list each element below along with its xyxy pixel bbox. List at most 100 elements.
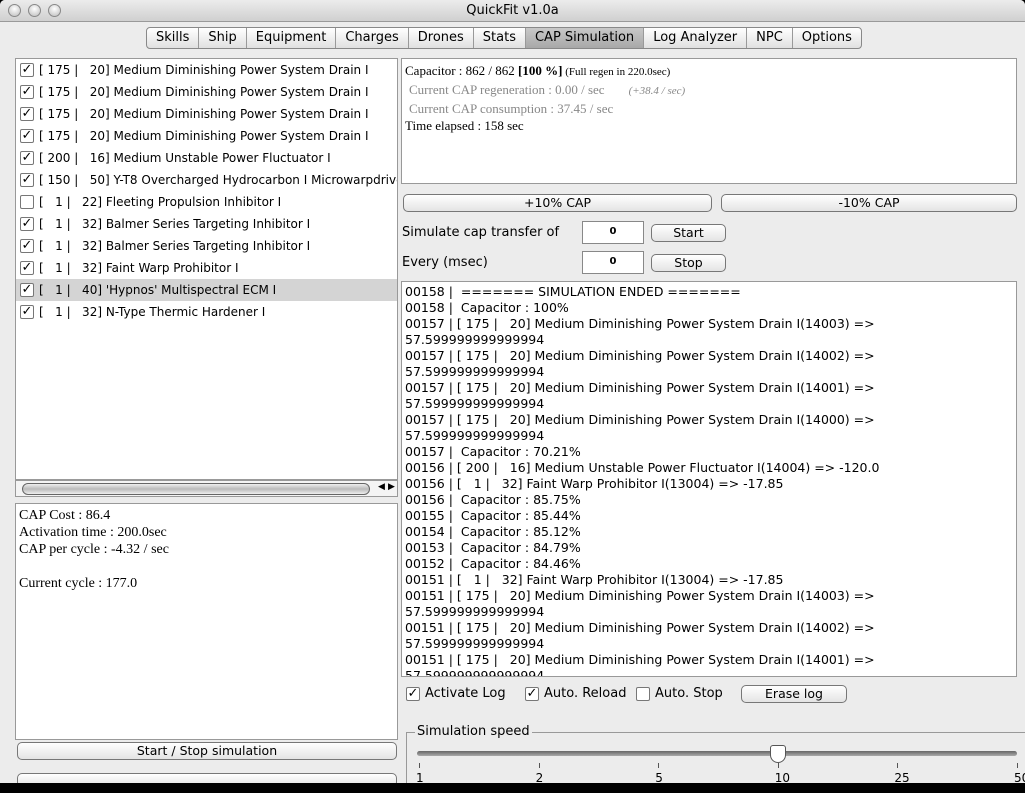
simulation-speed-label: Simulation speed xyxy=(415,724,532,739)
module-label: [ 1 | 32] Balmer Series Targeting Inhibi… xyxy=(39,217,311,231)
slider-tick-label: 2 xyxy=(535,771,544,783)
capacitor-percent: [100 %] xyxy=(518,63,563,78)
log-line: 00157 | Capacitor : 70.21% xyxy=(405,444,581,459)
minimize-button[interactable] xyxy=(28,4,41,17)
module-checkbox[interactable] xyxy=(20,195,34,209)
auto-reload-label: Auto. Reload xyxy=(544,686,627,701)
speed-slider-track[interactable] xyxy=(417,751,1017,756)
auto-reload-checkbox[interactable]: ✓ Auto. Reload xyxy=(525,686,626,701)
tab-bar: Skills Ship Equipment Charges Drones Stats CAP… xyxy=(146,27,862,49)
module-row[interactable]: ✓ [ 175 | 20] Medium Diminishing Power Sy… xyxy=(16,125,397,147)
tab-log-analyzer[interactable]: Log Analyzer xyxy=(644,28,748,48)
module-checkbox[interactable]: ✓ xyxy=(20,239,34,253)
slider-tick xyxy=(897,763,899,768)
checkbox-icon[interactable]: ✓ xyxy=(525,686,539,701)
zoom-button[interactable] xyxy=(48,4,61,17)
transfer-start-button[interactable]: Start xyxy=(651,224,726,242)
module-checkbox[interactable]: ✓ xyxy=(20,129,34,143)
cap-transfer-input[interactable]: 0 xyxy=(582,221,644,244)
module-row[interactable]: ✓ [ 1 | 32] N-Type Thermic Hardener I xyxy=(16,301,397,323)
capacitor-value: Capacitor : 862 / 862 xyxy=(405,63,519,78)
activate-log-checkbox[interactable]: ✓ Activate Log xyxy=(406,686,506,701)
scroll-right-arrow[interactable]: ▶ xyxy=(388,482,395,492)
speed-slider-thumb[interactable] xyxy=(769,745,786,763)
minus-10-cap-button[interactable]: -10% CAP xyxy=(721,194,1017,212)
time-elapsed: Time elapsed : 158 sec xyxy=(405,118,524,133)
module-checkbox[interactable]: ✓ xyxy=(20,217,34,231)
close-button[interactable] xyxy=(8,4,21,17)
log-line: 00151 | [ 1 | 32] Faint Warp Prohibitor … xyxy=(405,572,784,587)
module-row[interactable]: ✓ [ 175 | 20] Medium Diminishing Power Sy… xyxy=(16,59,397,81)
module-checkbox[interactable]: ✓ xyxy=(20,305,34,319)
module-label: [ 1 | 22] Fleeting Propulsion Inhibitor … xyxy=(39,195,282,209)
module-label: [ 200 | 16] Medium Unstable Power Fluctu… xyxy=(39,151,331,165)
module-row[interactable]: ✓ [ 1 | 32] Balmer Series Targeting Inhib… xyxy=(16,235,397,257)
slider-tick-label: 1 xyxy=(416,771,424,783)
module-checkbox[interactable]: ✓ xyxy=(20,173,34,187)
log-line: 00155 | Capacitor : 85.44% xyxy=(405,508,581,523)
auto-stop-checkbox[interactable]: Auto. Stop xyxy=(636,686,723,701)
capacitor-status: Capacitor : 862 / 862 [100 %] (Full rege… xyxy=(401,58,1017,184)
start-stop-simulation-button[interactable]: Start / Stop simulation xyxy=(17,742,397,760)
module-checkbox[interactable]: ✓ xyxy=(20,85,34,99)
checkbox-icon[interactable]: ✓ xyxy=(406,686,420,701)
module-row[interactable]: ✓ [ 200 | 16] Medium Unstable Power Fluct… xyxy=(16,147,397,169)
slider-tick-label: 50 xyxy=(1014,771,1025,783)
module-checkbox[interactable]: ✓ xyxy=(20,63,34,77)
module-checkbox[interactable]: ✓ xyxy=(20,107,34,121)
full-regen: (Full regen in 220.0sec) xyxy=(562,66,671,78)
module-label: [ 1 | 32] N-Type Thermic Hardener I xyxy=(39,305,266,319)
slider-tick xyxy=(538,763,540,768)
scroll-left-arrow[interactable]: ◀ xyxy=(378,482,385,492)
log-line: 00156 | [ 1 | 32] Faint Warp Prohibitor … xyxy=(405,476,784,491)
module-row[interactable]: ✓ [ 150 | 50] Y-T8 Overcharged Hydrocarbo… xyxy=(16,169,397,191)
log-line: 00158 | ======= SIMULATION ENDED ======= xyxy=(405,284,741,299)
module-label: [ 150 | 50] Y-T8 Overcharged Hydrocarbon… xyxy=(39,173,398,187)
module-row[interactable]: ✓ [ 1 | 40] 'Hypnos' Multispectral ECM I xyxy=(16,279,397,301)
scrollbar-thumb[interactable] xyxy=(22,483,370,495)
log-line: 57.599999999999994 xyxy=(405,604,545,619)
module-row[interactable]: ✓ [ 1 | 32] Faint Warp Prohibitor I xyxy=(16,257,397,279)
cap-transfer-label: Simulate cap transfer of xyxy=(402,225,560,240)
module-checkbox[interactable]: ✓ xyxy=(20,151,34,165)
cap-consumption: Current CAP consumption : 37.45 / sec xyxy=(409,101,614,116)
log-line: 57.599999999999994 xyxy=(405,668,545,677)
log-line: 00152 | Capacitor : 84.46% xyxy=(405,556,581,571)
tab-cap-simulation[interactable]: CAP Simulation xyxy=(525,28,645,48)
cap-regeneration: Current CAP regeneration : 0.00 / sec xyxy=(409,82,605,97)
simulation-log[interactable]: 00158 | ======= SIMULATION ENDED =======… xyxy=(401,281,1017,677)
simulation-speed-group: Simulation speed 125102550 xyxy=(406,724,1025,783)
every-msec-input[interactable]: 0 xyxy=(582,251,644,274)
module-checkbox[interactable]: ✓ xyxy=(20,261,34,275)
tab-equipment[interactable]: Equipment xyxy=(247,28,337,48)
title-bar: QuickFit v1.0a xyxy=(0,0,1025,22)
log-line: 00151 | [ 175 | 20] Medium Diminishing P… xyxy=(405,588,875,603)
log-line: 57.599999999999994 xyxy=(405,428,545,443)
horizontal-scrollbar[interactable]: ◀ ▶ xyxy=(15,480,398,497)
tab-npc[interactable]: NPC xyxy=(747,28,793,48)
module-row[interactable]: [ 1 | 22] Fleeting Propulsion Inhibitor … xyxy=(16,191,397,213)
tab-ship[interactable]: Ship xyxy=(199,28,247,48)
tab-stats[interactable]: Stats xyxy=(474,28,526,48)
log-line: 57.599999999999994 xyxy=(405,396,545,411)
log-line: 00153 | Capacitor : 84.79% xyxy=(405,540,581,555)
module-label: [ 1 | 40] 'Hypnos' Multispectral ECM I xyxy=(39,283,277,297)
module-row[interactable]: ✓ [ 175 | 20] Medium Diminishing Power Sy… xyxy=(16,81,397,103)
tab-charges[interactable]: Charges xyxy=(336,28,409,48)
window-title: QuickFit v1.0a xyxy=(466,3,559,18)
log-line: 57.599999999999994 xyxy=(405,364,545,379)
module-checkbox[interactable]: ✓ xyxy=(20,283,34,297)
tab-drones[interactable]: Drones xyxy=(409,28,474,48)
transfer-stop-button[interactable]: Stop xyxy=(651,254,726,272)
slider-tick xyxy=(658,763,660,768)
checkbox-icon[interactable] xyxy=(636,686,650,701)
module-row[interactable]: ✓ [ 1 | 32] Balmer Series Targeting Inhib… xyxy=(16,213,397,235)
module-list[interactable]: ✓ [ 175 | 20] Medium Diminishing Power Sy… xyxy=(15,58,398,480)
secondary-button[interactable] xyxy=(17,773,397,783)
plus-10-cap-button[interactable]: +10% CAP xyxy=(403,194,712,212)
slider-tick xyxy=(419,763,420,768)
tab-skills[interactable]: Skills xyxy=(147,28,200,48)
module-row[interactable]: ✓ [ 175 | 20] Medium Diminishing Power Sy… xyxy=(16,103,397,125)
tab-options[interactable]: Options xyxy=(793,28,861,48)
erase-log-button[interactable]: Erase log xyxy=(741,685,847,703)
